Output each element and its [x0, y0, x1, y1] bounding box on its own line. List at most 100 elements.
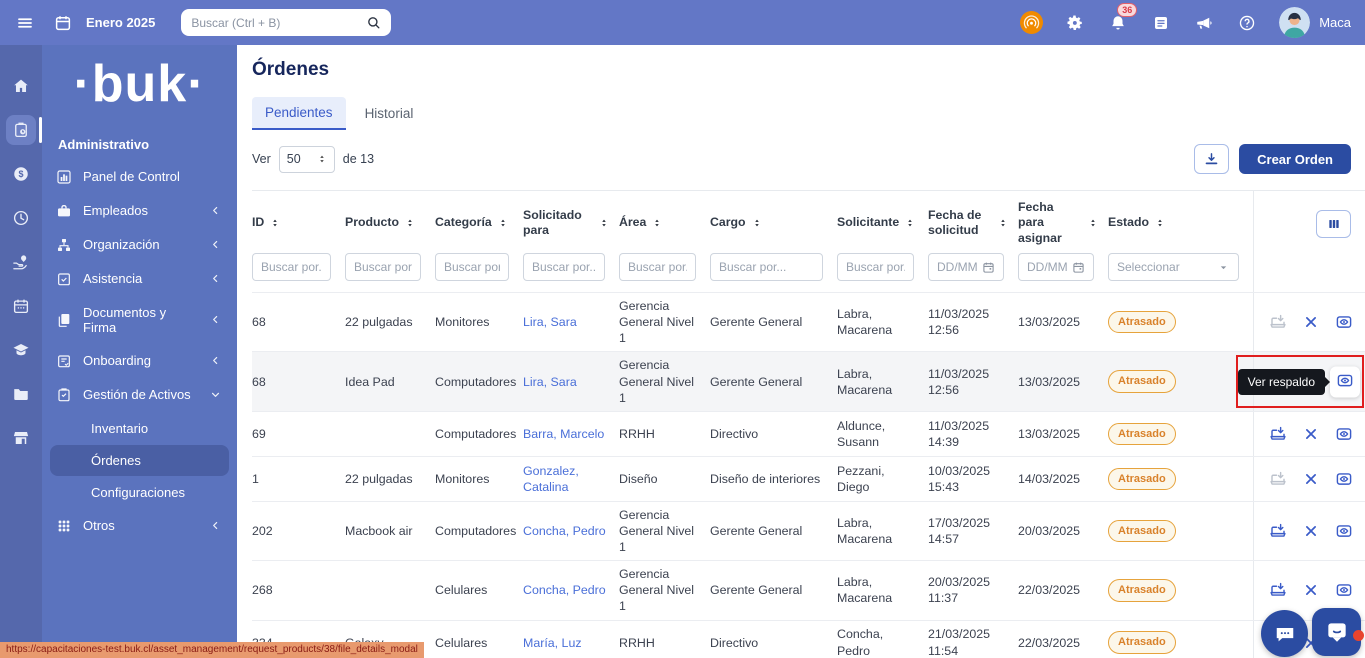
chevron-left-icon: [207, 273, 223, 284]
sidebar-item-label: Panel de Control: [83, 169, 180, 185]
sidebar-item-organizacion[interactable]: Organización: [42, 228, 237, 262]
asset-orders-icon[interactable]: [6, 115, 42, 145]
time-icon[interactable]: [6, 203, 36, 233]
files-icon[interactable]: [6, 379, 36, 409]
view-backup-button[interactable]: [1330, 366, 1360, 398]
filter-input-solicitado-para[interactable]: [523, 253, 605, 282]
columns-button[interactable]: [1316, 209, 1351, 238]
tab-pendientes[interactable]: Pendientes: [252, 97, 346, 130]
help-icon[interactable]: [1236, 12, 1258, 34]
filter-input-id[interactable]: [252, 253, 331, 282]
assign-device-button[interactable]: [1268, 469, 1288, 489]
cell-fecha-solicitud: 20/03/2025 11:37: [928, 569, 1018, 611]
download-button[interactable]: [1194, 144, 1230, 174]
filter-date-fecha-de-solicitud[interactable]: DD/MM: [928, 253, 1004, 282]
view-backup-button[interactable]: [1334, 469, 1354, 489]
cell-id: 268: [252, 583, 273, 598]
view-backup-button[interactable]: [1334, 312, 1354, 332]
filter-input-area[interactable]: [619, 253, 696, 282]
cancel-order-button[interactable]: [1301, 521, 1321, 541]
create-order-button[interactable]: Crear Orden: [1239, 144, 1351, 174]
requested-for-link[interactable]: Lira, Sara: [523, 375, 577, 389]
rewards-icon[interactable]: [1020, 11, 1044, 34]
page-size-select[interactable]: 50: [278, 145, 335, 173]
request-time: 11:37: [928, 591, 959, 606]
requested-for-link[interactable]: Barra, Marcelo: [523, 427, 604, 441]
view-backup-button[interactable]: [1334, 521, 1354, 541]
assign-device-button[interactable]: [1268, 312, 1288, 332]
filter-input-cargo[interactable]: [710, 253, 823, 282]
filter-input-producto[interactable]: [345, 253, 421, 282]
filter-input-categoria[interactable]: [435, 253, 509, 282]
marketplace-icon[interactable]: [6, 423, 36, 453]
cell-estado: Atrasado: [1108, 365, 1253, 397]
cancel-icon: [1302, 581, 1320, 599]
cell-id: 68: [252, 374, 266, 389]
calendar-icon[interactable]: [52, 12, 74, 34]
search-input[interactable]: [191, 15, 367, 30]
sidebar-item-otros[interactable]: Otros: [42, 509, 237, 543]
chat-widget-button[interactable]: [1312, 608, 1364, 656]
column-header-estado[interactable]: Estado: [1108, 206, 1253, 234]
sidebar-subitem-ordenes[interactable]: Órdenes: [50, 444, 229, 476]
cell-producto: 22 pulgadas: [345, 471, 413, 486]
sidebar-item-documentos-y-firma[interactable]: Documentos y Firma: [42, 296, 237, 344]
sidebar-item-gestion-de-activos[interactable]: Gestión de Activos: [42, 378, 237, 412]
column-header-id[interactable]: ID: [252, 206, 345, 234]
column-header-solicitado-para[interactable]: Solicitado para: [523, 199, 619, 243]
cell-cargo: Directivo: [710, 426, 759, 441]
assign-device-button[interactable]: [1268, 424, 1288, 444]
sidebar-item-panel-de-control[interactable]: Panel de Control: [42, 160, 237, 194]
column-header-solicitante[interactable]: Solicitante: [837, 206, 928, 234]
column-header-fecha-para-asignar[interactable]: Fecha para asignar: [1018, 191, 1108, 250]
sidebar-subitem-inventario[interactable]: Inventario: [50, 413, 229, 444]
column-header-cargo[interactable]: Cargo: [710, 206, 837, 234]
assign-device-button[interactable]: [1268, 521, 1288, 541]
sidebar-subitem-configuraciones[interactable]: Configuraciones: [50, 477, 229, 508]
sidebar-item-onboarding[interactable]: Onboarding: [42, 344, 237, 378]
assign-device-button[interactable]: [1268, 580, 1288, 600]
sort-icon: [498, 218, 508, 228]
filter-select-estado[interactable]: Seleccionar: [1108, 253, 1239, 282]
cell-categoria: Monitores: [435, 315, 490, 330]
chevron-left-icon: [207, 355, 223, 366]
requested-for-link[interactable]: Concha, Pedro: [523, 583, 606, 597]
sidebar-item-label: Gestión de Activos: [83, 387, 191, 403]
requested-for-link[interactable]: María, Luz: [523, 636, 582, 650]
training-icon[interactable]: [6, 335, 36, 365]
sidebar-item-label: Documentos y Firma: [83, 304, 167, 335]
cancel-order-button[interactable]: [1301, 469, 1321, 489]
column-header-categoria[interactable]: Categoría: [435, 206, 523, 234]
benefits-icon[interactable]: [6, 247, 36, 277]
sidebar-item-label: Asistencia: [83, 271, 143, 287]
view-backup-button[interactable]: [1334, 424, 1354, 444]
cancel-order-button[interactable]: [1301, 312, 1321, 332]
chat-bubble-button[interactable]: [1261, 610, 1308, 657]
column-label: Producto: [345, 215, 399, 230]
requested-for-link[interactable]: Lira, Sara: [523, 315, 577, 329]
news-icon[interactable]: [1150, 12, 1172, 34]
column-header-area[interactable]: Área: [619, 206, 710, 234]
gear-icon[interactable]: [1064, 12, 1086, 34]
payroll-icon[interactable]: $: [6, 159, 36, 189]
cancel-order-button[interactable]: [1301, 424, 1321, 444]
filter-input-solicitante[interactable]: [837, 253, 914, 282]
sidebar-item-asistencia[interactable]: Asistencia: [42, 262, 237, 296]
megaphone-icon[interactable]: [1193, 12, 1215, 34]
column-header-producto[interactable]: Producto: [345, 206, 435, 234]
cancel-order-button[interactable]: [1301, 580, 1321, 600]
menu-icon[interactable]: [14, 12, 36, 34]
requested-for-link[interactable]: Gonzalez, Catalina: [523, 464, 579, 494]
tab-historial[interactable]: Historial: [352, 97, 427, 130]
assets-icon: [56, 387, 72, 403]
events-icon[interactable]: [6, 291, 36, 321]
requested-for-link[interactable]: Concha, Pedro: [523, 524, 606, 538]
column-header-fecha-de-solicitud[interactable]: Fecha de solicitud: [928, 199, 1018, 243]
filter-date-fecha-para-asignar[interactable]: DD/MM: [1018, 253, 1094, 282]
sidebar-item-empleados[interactable]: Empleados: [42, 194, 237, 228]
avatar[interactable]: [1279, 7, 1311, 38]
cell-cargo: Gerente General: [710, 523, 803, 538]
home-icon[interactable]: [6, 71, 36, 101]
view-backup-button[interactable]: [1334, 580, 1354, 600]
global-search[interactable]: [181, 9, 392, 36]
